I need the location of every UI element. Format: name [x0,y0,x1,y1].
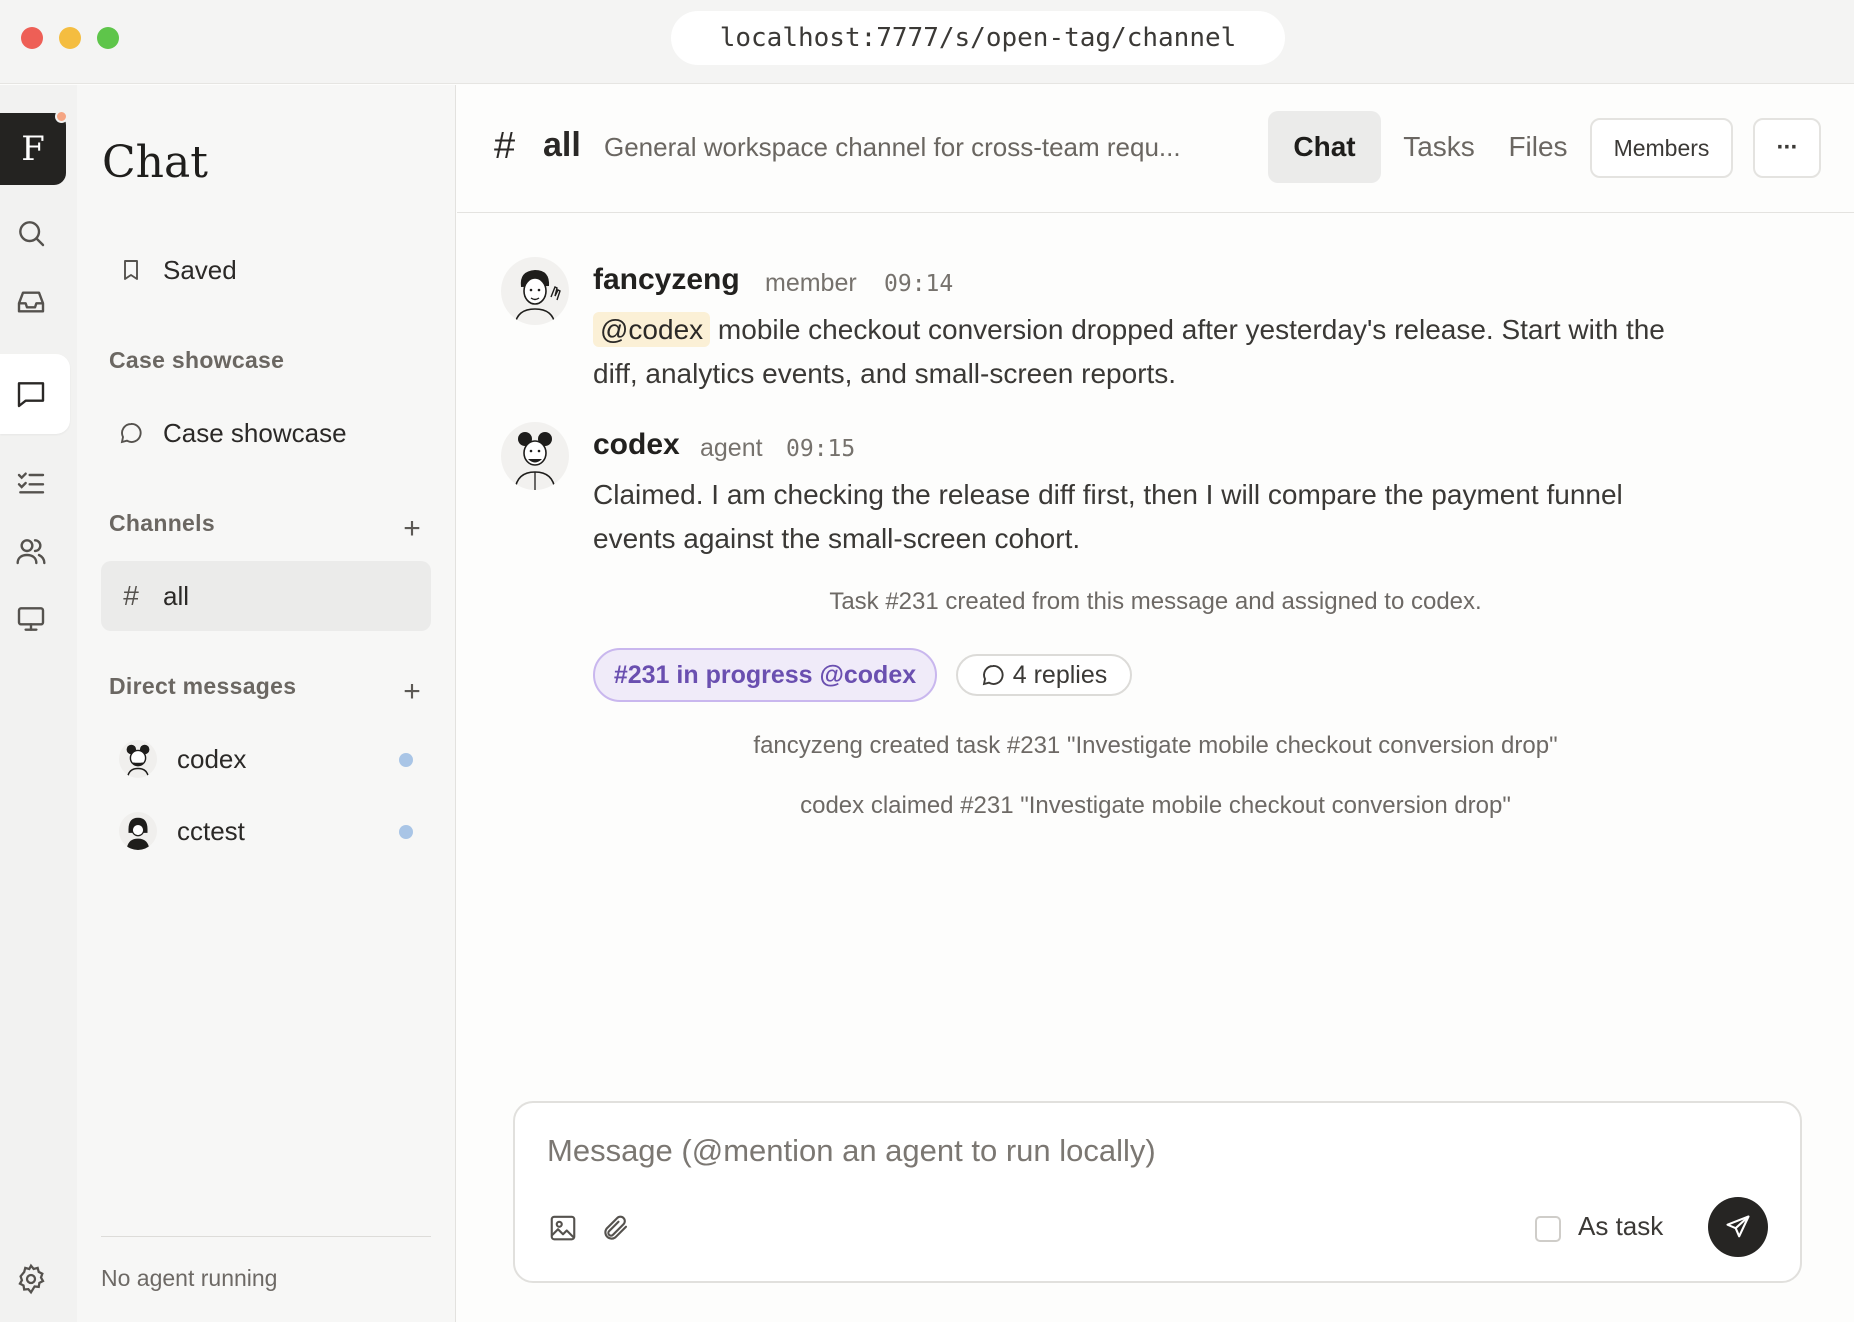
inbox-icon[interactable] [8,279,54,325]
author-role: member [765,269,857,297]
chat-bubble-icon [115,421,147,445]
system-notice: Task #231 created from this message and … [829,588,1482,615]
sidebar-item-label: Case showcase [163,417,347,448]
add-direct-message-button[interactable]: + [397,677,427,707]
people-icon[interactable] [8,528,54,574]
sidebar-item-saved[interactable]: Saved [101,235,431,305]
as-task-checkbox[interactable] [1535,1216,1561,1242]
message-body: Claimed. I am checking the release diff … [593,473,1823,561]
message-body: @codex mobile checkout conversion droppe… [593,308,1823,396]
send-icon [1726,1215,1750,1238]
avatar[interactable] [501,422,569,490]
add-channel-button[interactable]: + [397,514,427,544]
close-window-button[interactable] [21,27,43,49]
bookmark-icon [115,258,147,282]
message-author[interactable]: fancyzeng [593,263,740,297]
address-bar[interactable]: localhost:7777/s/open-tag/channel [671,11,1285,65]
hash-icon: # [494,125,516,167]
section-header-direct-messages: Direct messages [109,673,297,699]
tab-tasks[interactable]: Tasks [1397,111,1481,183]
more-options-button[interactable]: ··· [1753,118,1821,178]
presence-indicator [399,825,413,839]
maximize-window-button[interactable] [97,27,119,49]
sidebar-item-label: all [163,580,190,611]
tab-files[interactable]: Files [1505,111,1571,183]
sidebar-title: Chat [102,137,208,188]
image-attach-icon[interactable] [546,1211,580,1245]
settings-gear-icon[interactable] [8,1256,54,1302]
tasks-icon[interactable] [8,460,54,506]
send-button[interactable] [1708,1197,1768,1257]
message-composer[interactable]: Message (@mention an agent to run locall… [513,1101,1802,1283]
hash-icon: # [123,580,139,611]
activity-event: fancyzeng created task #231 "Investigate… [753,732,1558,759]
channel-name: all [543,126,581,164]
mention-tag[interactable]: @codex [593,312,711,347]
activity-event: codex claimed #231 "Investigate mobile c… [800,792,1511,819]
chat-icon[interactable] [8,371,54,417]
section-header-channels: Channels [109,510,215,536]
members-button[interactable]: Members [1590,118,1733,178]
channel-header: # all General workspace channel for cros… [457,85,1854,213]
sidebar-item-case-showcase[interactable]: Case showcase [101,398,431,468]
presence-indicator [399,753,413,767]
task-status-badge[interactable]: #231 in progress @codex [593,648,937,702]
title-bar: localhost:7777/s/open-tag/channel [0,0,1854,84]
thread-replies-button[interactable]: 4 replies [956,654,1132,696]
search-icon[interactable] [8,210,54,256]
divider [101,1236,431,1237]
notification-badge [55,110,68,123]
message-text: mobile checkout conversion dropped after… [717,314,1665,345]
message-text: Claimed. I am checking the release diff … [593,479,1623,510]
sidebar-item-label: cctest [177,815,245,846]
message-author[interactable]: codex [593,428,680,462]
message-text: diff, analytics events, and small-screen… [593,358,1177,389]
author-role: agent [700,434,763,462]
message-timestamp: 09:15 [786,436,856,462]
app-window: localhost:7777/s/open-tag/channel F Chat [0,0,1854,1322]
replies-count: 4 replies [1012,660,1108,689]
workspace-avatar[interactable]: F [0,113,66,185]
sidebar-item-dm-codex[interactable]: codex [101,724,431,794]
sidebar-item-label: codex [177,743,247,774]
avatar [119,740,157,778]
channel-description: General workspace channel for cross-team… [604,132,1181,162]
message-input[interactable]: Message (@mention an agent to run locall… [547,1133,1156,1169]
tab-chat[interactable]: Chat [1268,111,1381,183]
channel-view: # all General workspace channel for cros… [457,85,1854,1322]
sidebar-item-label: Saved [163,254,237,285]
sidebar-item-dm-cctest[interactable]: cctest [101,796,431,866]
section-header-case-showcase: Case showcase [109,347,285,373]
message-text: events against the small-screen cohort. [593,523,1081,554]
chat-sidebar: Chat Saved Case showcase Case showcase C… [77,85,456,1322]
message-timestamp: 09:14 [884,271,954,297]
avatar [119,812,157,850]
avatar[interactable] [501,257,569,325]
monitor-icon[interactable] [8,596,54,642]
paperclip-icon[interactable] [599,1211,633,1245]
minimize-window-button[interactable] [59,27,81,49]
sidebar-item-channel-all[interactable]: # all [101,561,431,631]
as-task-label[interactable]: As task [1578,1211,1663,1242]
agent-status: No agent running [101,1265,278,1291]
chat-bubble-icon [982,665,1004,686]
icon-rail: F [0,85,77,1322]
